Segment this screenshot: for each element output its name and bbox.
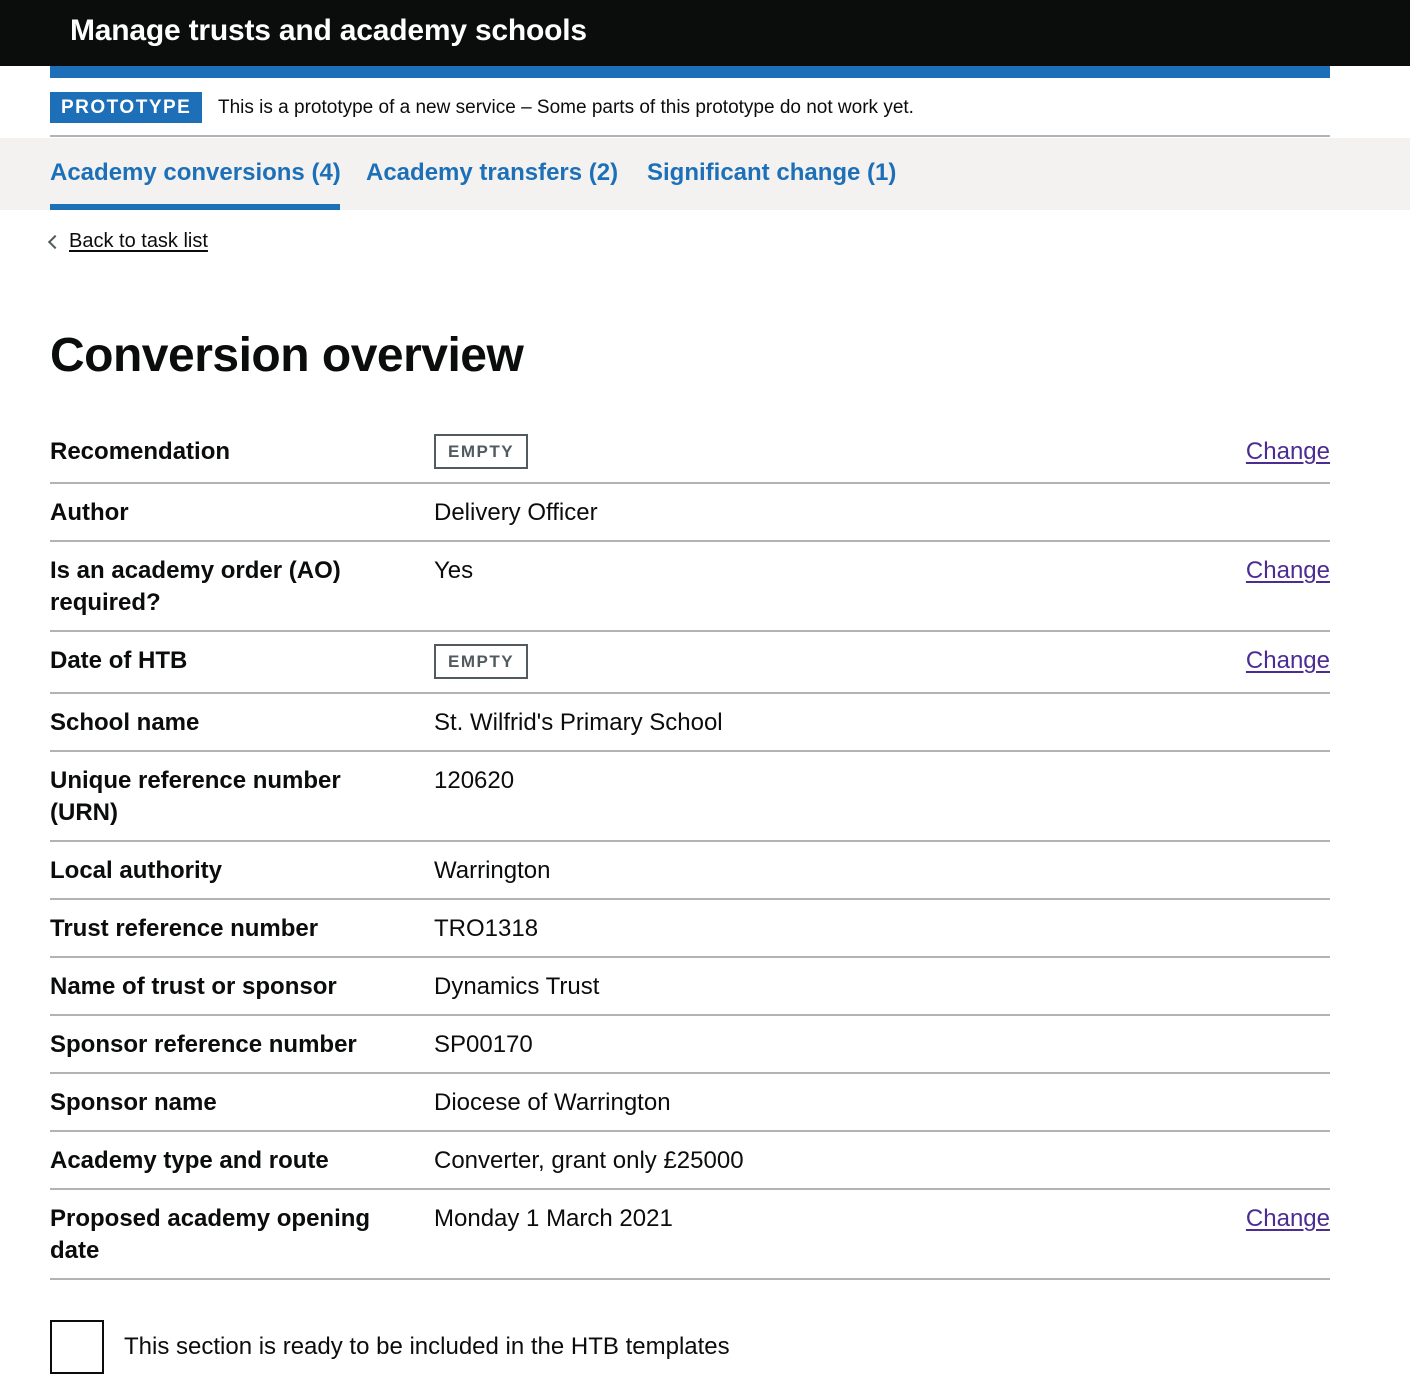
summary-key: Academy type and route	[50, 1147, 329, 1174]
summary-row-recommendation: Recomendation EMPTY Change	[50, 422, 1330, 484]
summary-row-trust-name: Name of trust or sponsor Dynamics Trust	[50, 958, 1330, 1016]
summary-row-local-authority: Local authority Warrington	[50, 842, 1330, 900]
summary-list: Recomendation EMPTY Change Author Delive…	[50, 422, 1330, 1280]
summary-key: Sponsor reference number	[50, 1031, 357, 1058]
summary-value: 120620	[434, 767, 515, 794]
summary-key: Author	[50, 499, 129, 526]
change-opening-date-link[interactable]: Change	[1246, 1203, 1330, 1235]
summary-value: Monday 1 March 2021	[434, 1205, 673, 1232]
phase-tag: PROTOTYPE	[50, 92, 203, 123]
summary-row-academy-type: Academy type and route Converter, grant …	[50, 1132, 1330, 1190]
summary-value: Converter, grant only £25000	[434, 1147, 744, 1174]
htb-ready-checkbox-label[interactable]: This section is ready to be included in …	[124, 1332, 730, 1362]
empty-tag: EMPTY	[434, 644, 529, 679]
back-link-label: Back to task list	[69, 230, 208, 252]
summary-value: Delivery Officer	[434, 499, 598, 526]
change-ao-required-link[interactable]: Change	[1246, 555, 1330, 587]
sub-navigation: Academy conversions (4) Academy transfer…	[0, 138, 1410, 210]
summary-row-htb-date: Date of HTB EMPTY Change	[50, 632, 1330, 694]
page-title: Conversion overview	[50, 329, 524, 382]
summary-row-ao-required: Is an academy order (AO) required? Yes C…	[50, 542, 1330, 632]
summary-row-urn: Unique reference number (URN) 120620	[50, 752, 1330, 842]
change-recommendation-link[interactable]: Change	[1246, 436, 1330, 468]
phase-banner-text: This is a prototype of a new service – S…	[218, 97, 914, 118]
summary-row-school-name: School name St. Wilfrid's Primary School	[50, 694, 1330, 752]
htb-ready-checkbox-item[interactable]: This section is ready to be included in …	[50, 1320, 730, 1374]
summary-value: Yes	[434, 557, 474, 584]
tab-academy-conversions[interactable]: Academy conversions (4)	[50, 158, 341, 188]
summary-row-trust-reference: Trust reference number TRO1318	[50, 900, 1330, 958]
summary-value: EMPTY	[434, 434, 529, 469]
summary-key: Unique reference number (URN)	[50, 767, 341, 826]
empty-tag: EMPTY	[434, 434, 529, 469]
summary-key: Date of HTB	[50, 647, 188, 674]
summary-key: Local authority	[50, 857, 223, 884]
summary-key: Is an academy order (AO) required?	[50, 557, 341, 616]
summary-row-sponsor-reference: Sponsor reference number SP00170	[50, 1016, 1330, 1074]
change-htb-date-link[interactable]: Change	[1246, 645, 1330, 677]
site-header: Manage trusts and academy schools	[0, 0, 1410, 66]
summary-key: Name of trust or sponsor	[50, 973, 337, 1000]
summary-value: St. Wilfrid's Primary School	[434, 709, 723, 736]
summary-key: School name	[50, 709, 200, 736]
summary-row-sponsor-name: Sponsor name Diocese of Warrington	[50, 1074, 1330, 1132]
summary-value: TRO1318	[434, 915, 539, 942]
summary-row-opening-date: Proposed academy opening date Monday 1 M…	[50, 1190, 1330, 1280]
summary-row-author: Author Delivery Officer	[50, 484, 1330, 542]
service-name-link[interactable]: Manage trusts and academy schools	[70, 14, 587, 48]
summary-value: Warrington	[434, 857, 551, 884]
summary-key: Trust reference number	[50, 915, 319, 942]
summary-key: Sponsor name	[50, 1089, 217, 1116]
tab-significant-change[interactable]: Significant change (1)	[647, 158, 896, 188]
chevron-left-icon	[47, 234, 63, 250]
summary-key: Proposed academy opening date	[50, 1205, 371, 1264]
htb-ready-checkbox[interactable]	[50, 1320, 104, 1374]
summary-value: Diocese of Warrington	[434, 1089, 671, 1116]
summary-value: SP00170	[434, 1031, 533, 1058]
back-link[interactable]: Back to task list	[47, 230, 208, 253]
header-accent-bar	[50, 66, 1330, 78]
summary-key: Recomendation	[50, 438, 231, 465]
phase-banner: PROTOTYPE This is a prototype of a new s…	[50, 78, 1330, 137]
summary-value: Dynamics Trust	[434, 973, 600, 1000]
active-tab-indicator	[50, 204, 340, 210]
summary-value: EMPTY	[434, 644, 529, 679]
tab-academy-transfers[interactable]: Academy transfers (2)	[366, 158, 618, 188]
